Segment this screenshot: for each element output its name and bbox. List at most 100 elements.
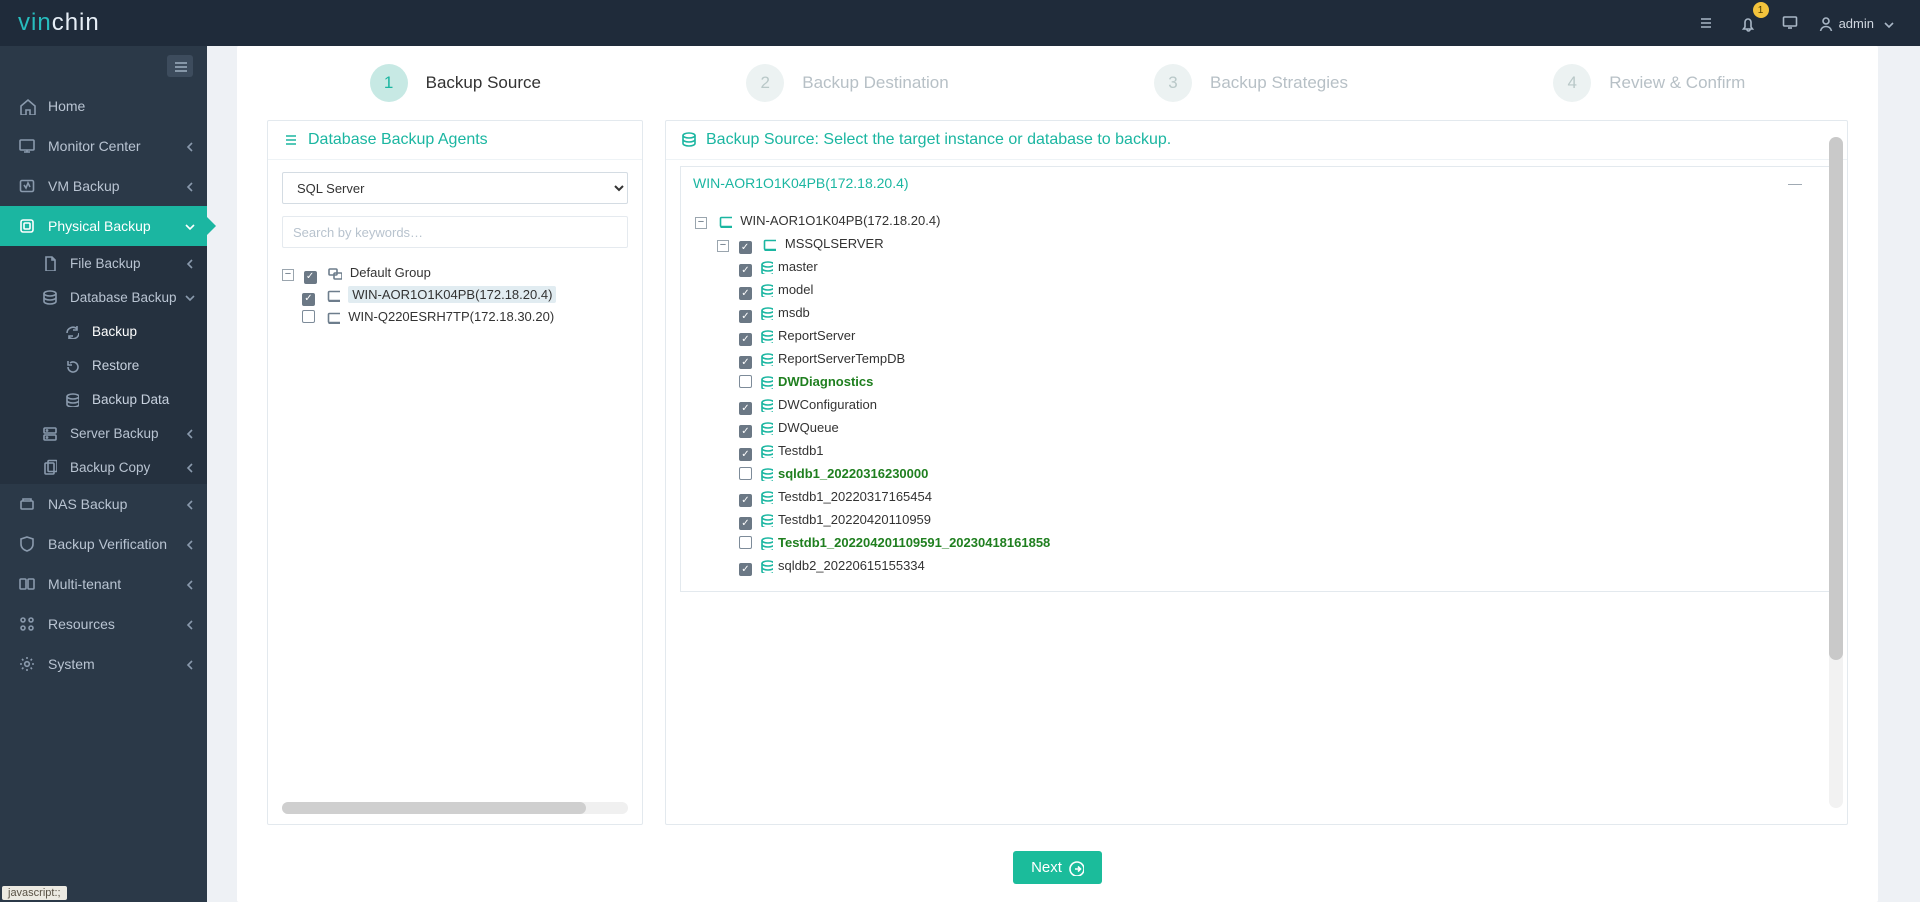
db-item: ✓ Testdb1_20220317165454 <box>739 485 1818 508</box>
database-icon <box>758 283 774 297</box>
db-name-label[interactable]: sqldb2_20220615155334 <box>778 558 925 573</box>
db-type-select[interactable]: SQL Server <box>282 172 628 204</box>
db-name-label[interactable]: Testdb1_202204201109591_20230418161858 <box>778 535 1050 550</box>
tree-checkbox[interactable]: ✓ <box>739 287 752 300</box>
sidebar-item-vm[interactable]: VM Backup <box>0 166 207 206</box>
wizard-step-number: 3 <box>1154 64 1192 102</box>
wizard-step-4[interactable]: 4 Review & Confirm <box>1553 64 1745 102</box>
brand-accent: vin <box>18 9 52 36</box>
wizard-step-number: 4 <box>1553 64 1591 102</box>
db-name-label[interactable]: ReportServerTempDB <box>778 351 905 366</box>
wizard-step-label: Backup Strategies <box>1210 73 1348 93</box>
wizard-step-3[interactable]: 3 Backup Strategies <box>1154 64 1348 102</box>
sidebar-label: File Backup <box>70 256 141 271</box>
tree-checkbox[interactable]: ✓ <box>739 517 752 530</box>
tree-checkbox[interactable]: ✓ <box>739 356 752 369</box>
tree-host-label[interactable]: WIN-Q220ESRH7TP(172.18.30.20) <box>348 309 554 324</box>
sidebar-item-nas[interactable]: NAS Backup <box>0 484 207 524</box>
db-name-label[interactable]: model <box>778 282 813 297</box>
sidebar: Home Monitor Center VM Backup Physical B… <box>0 46 207 902</box>
tree-group-label: Default Group <box>350 265 431 280</box>
sidebar-label: Resources <box>48 616 115 632</box>
tree-checkbox[interactable]: ✓ <box>739 494 752 507</box>
sidebar-item-server-backup[interactable]: Server Backup <box>0 416 207 450</box>
source-host-header[interactable]: WIN-AOR1O1K04PB(172.18.20.4) — <box>680 166 1833 199</box>
sidebar-item-backup-data[interactable]: Backup Data <box>0 382 207 416</box>
tree-checkbox[interactable]: ✓ <box>739 425 752 438</box>
sidebar-item-backup[interactable]: Backup <box>0 314 207 348</box>
next-button[interactable]: Next <box>1013 851 1102 884</box>
sidebar-item-physical[interactable]: Physical Backup <box>0 206 207 246</box>
brand-logo: vinchin <box>18 9 100 37</box>
tree-checkbox[interactable]: ✓ <box>739 241 752 254</box>
agents-panel: Database Backup Agents SQL Server − ✓ <box>267 120 643 825</box>
content-card: 1 Backup Source 2 Backup Destination 3 B… <box>237 46 1878 902</box>
topbar-user-menu[interactable]: admin <box>1811 15 1900 31</box>
tree-checkbox[interactable]: ✓ <box>304 271 317 284</box>
db-instance-label[interactable]: MSSQLSERVER <box>785 236 884 251</box>
tree-toggle-icon[interactable]: − <box>282 269 294 281</box>
db-item: Testdb1_202204201109591_20230418161858 <box>739 531 1818 554</box>
database-icon <box>758 444 774 458</box>
tree-checkbox[interactable]: ✓ <box>739 333 752 346</box>
sidebar-item-system[interactable]: System <box>0 644 207 684</box>
db-name-label[interactable]: DWQueue <box>778 420 839 435</box>
wizard-step-2[interactable]: 2 Backup Destination <box>746 64 948 102</box>
database-icon <box>758 375 774 389</box>
tree-checkbox[interactable]: ✓ <box>739 448 752 461</box>
host-icon <box>325 310 341 324</box>
tree-checkbox[interactable]: ✓ <box>739 310 752 323</box>
tree-checkbox[interactable] <box>739 375 752 388</box>
sidebar-item-backup-copy[interactable]: Backup Copy <box>0 450 207 484</box>
tree-checkbox[interactable]: ✓ <box>739 402 752 415</box>
db-item: ✓ DWQueue <box>739 416 1818 439</box>
tree-checkbox[interactable] <box>302 310 315 323</box>
db-name-label[interactable]: DWDiagnostics <box>778 374 873 389</box>
brand-rest: chin <box>52 9 100 36</box>
sidebar-item-file-backup[interactable]: File Backup <box>0 246 207 280</box>
sidebar-label: NAS Backup <box>48 496 127 512</box>
db-item: ✓ msdb <box>739 301 1818 324</box>
agents-scrollbar[interactable] <box>282 802 628 814</box>
tree-toggle-icon[interactable]: − <box>695 217 707 229</box>
status-bar: javascript:; <box>2 886 67 900</box>
db-name-label[interactable]: DWConfiguration <box>778 397 877 412</box>
tree-checkbox[interactable] <box>739 467 752 480</box>
sidebar-item-restore[interactable]: Restore <box>0 348 207 382</box>
group-icon <box>326 265 342 280</box>
wizard-step-1[interactable]: 1 Backup Source <box>370 64 541 102</box>
sidebar-item-monitor[interactable]: Monitor Center <box>0 126 207 166</box>
sidebar-label: Backup Verification <box>48 536 167 552</box>
tree-checkbox[interactable] <box>739 536 752 549</box>
sidebar-item-db-backup[interactable]: Database Backup <box>0 280 207 314</box>
db-name-label[interactable]: Testdb1 <box>778 443 824 458</box>
topbar-bell-icon[interactable]: 1 <box>1731 6 1765 40</box>
db-name-label[interactable]: Testdb1_20220420110959 <box>778 512 931 527</box>
sidebar-item-multitenant[interactable]: Multi-tenant <box>0 564 207 604</box>
topbar-screen-icon[interactable] <box>1773 6 1807 40</box>
sidebar-collapse-button[interactable] <box>167 55 193 77</box>
sidebar-item-home[interactable]: Home <box>0 86 207 126</box>
db-name-label[interactable]: Testdb1_20220317165454 <box>778 489 932 504</box>
source-scrollbar[interactable] <box>1829 137 1843 808</box>
sidebar-label: System <box>48 656 95 672</box>
db-name-label[interactable]: msdb <box>778 305 810 320</box>
database-icon <box>758 329 774 343</box>
db-name-label[interactable]: sqldb1_20220316230000 <box>778 466 928 481</box>
topbar-log-icon[interactable] <box>1689 6 1723 40</box>
tree-checkbox[interactable]: ✓ <box>739 563 752 576</box>
tree-checkbox[interactable]: ✓ <box>739 264 752 277</box>
agent-search-input[interactable] <box>282 216 628 248</box>
sidebar-item-resources[interactable]: Resources <box>0 604 207 644</box>
topbar: vinchin 1 admin <box>0 0 1920 46</box>
source-panel-title: Backup Source: Select the target instanc… <box>666 121 1847 160</box>
tree-host-label[interactable]: WIN-AOR1O1K04PB(172.18.20.4) <box>348 286 556 303</box>
sidebar-label: Physical Backup <box>48 218 151 234</box>
tree-toggle-icon[interactable]: − <box>717 240 729 252</box>
database-icon <box>758 421 774 435</box>
sidebar-item-verification[interactable]: Backup Verification <box>0 524 207 564</box>
db-name-label[interactable]: master <box>778 259 818 274</box>
db-item: ✓ model <box>739 278 1818 301</box>
tree-checkbox[interactable]: ✓ <box>302 293 315 306</box>
db-name-label[interactable]: ReportServer <box>778 328 855 343</box>
